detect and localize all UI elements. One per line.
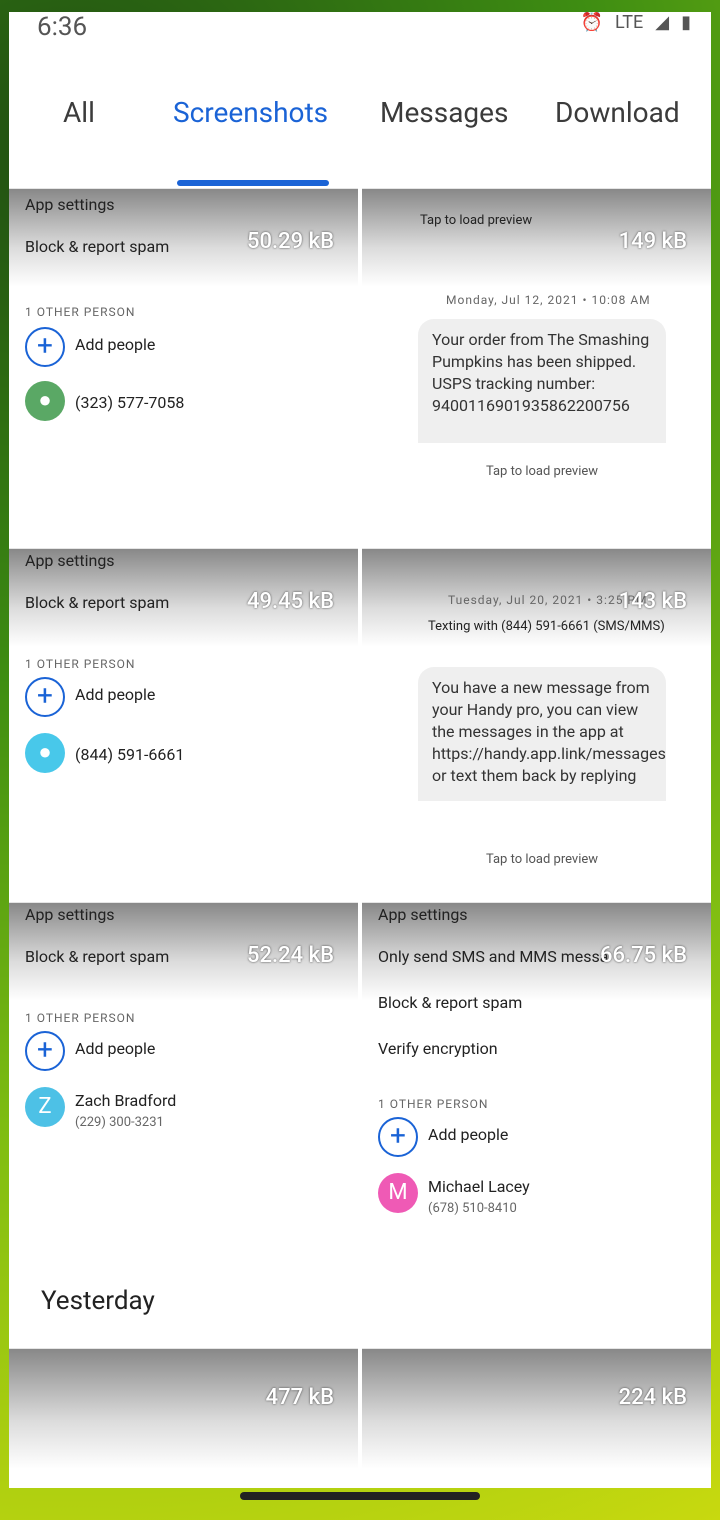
screenshot-tile[interactable]: Tuesday, Jul 20, 2021 • 3:25 PM 143 kB T…: [362, 548, 711, 901]
contact-avatar: Z: [25, 1087, 65, 1127]
gesture-bar[interactable]: [240, 1492, 480, 1500]
verify-encryption: Verify encryption: [378, 1039, 498, 1058]
battery-icon: ▮: [681, 12, 691, 33]
app-settings-label: App settings: [25, 195, 115, 214]
block-report-spam: Block & report spam: [378, 993, 523, 1012]
tab-messages[interactable]: Messages: [380, 96, 508, 129]
category-tabs: All Screenshots Messages Download: [9, 96, 711, 186]
alarm-icon: ⏰: [580, 12, 603, 33]
screenshot-tile[interactable]: App settings Block & report spam 52.24 k…: [9, 902, 358, 1255]
file-size: 66.75 kB: [600, 943, 687, 968]
yesterday-grid: 477 kB 224 kB: [9, 1348, 711, 1488]
contact-number: (229) 300-3231: [75, 1115, 164, 1130]
block-report-spam: Block & report spam: [25, 947, 170, 966]
app-settings-label: App settings: [25, 551, 115, 570]
tab-screenshots[interactable]: Screenshots: [173, 96, 328, 129]
app-settings-label: App settings: [25, 905, 115, 924]
section-label: 1 OTHER PERSON: [25, 305, 136, 319]
file-size: 477 kB: [265, 1385, 334, 1410]
add-people-label: Add people: [75, 685, 156, 704]
file-size: 52.24 kB: [247, 943, 334, 968]
screenshot-tile[interactable]: 224 kB: [362, 1348, 711, 1488]
add-people-icon: +: [378, 1117, 418, 1157]
screenshot-tile[interactable]: App settings Block & report spam 49.45 k…: [9, 548, 358, 901]
block-report-spam: Block & report spam: [25, 237, 170, 256]
message-preview-label: Tap to load preview: [485, 852, 599, 867]
active-tab-indicator: [177, 180, 329, 186]
message-bubble: You have a new message from your Handy p…: [418, 667, 666, 885]
network-label: LTE: [615, 12, 644, 33]
status-icons: ⏰ LTE ◢ ▮: [581, 12, 691, 33]
thread-info: Texting with (844) 591-6661 (SMS/MMS): [428, 619, 665, 634]
section-heading-yesterday: Yesterday: [41, 1286, 155, 1316]
file-size: 50.29 kB: [247, 229, 334, 254]
message-date: Tuesday, Jul 20, 2021 • 3:25 PM: [448, 593, 648, 607]
message-date: Monday, Jul 12, 2021 • 10:08 AM: [446, 293, 651, 307]
block-report-spam: Block & report spam: [25, 593, 170, 612]
add-people-icon: +: [25, 1031, 65, 1071]
screenshot-tile[interactable]: App settings Only send SMS and MMS messa…: [362, 902, 711, 1255]
section-label: 1 OTHER PERSON: [25, 657, 136, 671]
section-label: 1 OTHER PERSON: [25, 1011, 136, 1025]
add-people-label: Add people: [75, 1039, 156, 1058]
add-people-icon: +: [25, 677, 65, 717]
status-bar: 6:36 ⏰ LTE ◢ ▮: [9, 12, 711, 52]
file-size: 149 kB: [618, 229, 687, 254]
tab-all[interactable]: All: [63, 96, 95, 129]
screenshot-tile[interactable]: 477 kB: [9, 1348, 358, 1488]
contact-number: (844) 591-6661: [75, 745, 185, 764]
contact-number: (678) 510-8410: [428, 1201, 517, 1216]
settings-row-sms: Only send SMS and MMS messa: [378, 947, 609, 966]
tab-download[interactable]: Download: [555, 96, 680, 129]
message-preview: Tap to load preview: [418, 443, 666, 497]
screenshot-tile[interactable]: App settings Block & report spam 50.29 k…: [9, 188, 358, 547]
contact-avatar: M: [378, 1173, 418, 1213]
status-time: 6:36: [37, 12, 88, 42]
message-bubble: Your order from The Smashing Pumpkins ha…: [418, 319, 666, 497]
contact-avatar: ●: [25, 733, 65, 773]
add-people-label: Add people: [75, 335, 156, 354]
contact-avatar: ●: [25, 381, 65, 421]
screenshot-tile[interactable]: Tap to load preview 149 kB Monday, Jul 1…: [362, 188, 711, 547]
file-size: 143 kB: [618, 589, 687, 614]
add-people-label: Add people: [428, 1125, 509, 1144]
contact-number: (323) 577-7058: [75, 393, 185, 412]
message-preview: Tap to load preview: [418, 801, 666, 885]
add-people-icon: +: [25, 327, 65, 367]
signal-icon: ◢: [655, 12, 670, 33]
preview-text: Tap to load preview: [420, 213, 533, 228]
file-size: 49.45 kB: [247, 589, 334, 614]
contact-name: Zach Bradford: [75, 1091, 177, 1110]
message-text: You have a new message from your Handy p…: [432, 678, 666, 785]
contact-name: Michael Lacey: [428, 1177, 530, 1196]
section-label: 1 OTHER PERSON: [378, 1097, 489, 1111]
app-settings-label: App settings: [378, 905, 468, 924]
gallery-screen: 6:36 ⏰ LTE ◢ ▮ All Screenshots Messages …: [9, 12, 711, 1488]
message-preview-label: Tap to load preview: [485, 464, 599, 479]
file-size: 224 kB: [618, 1385, 687, 1410]
